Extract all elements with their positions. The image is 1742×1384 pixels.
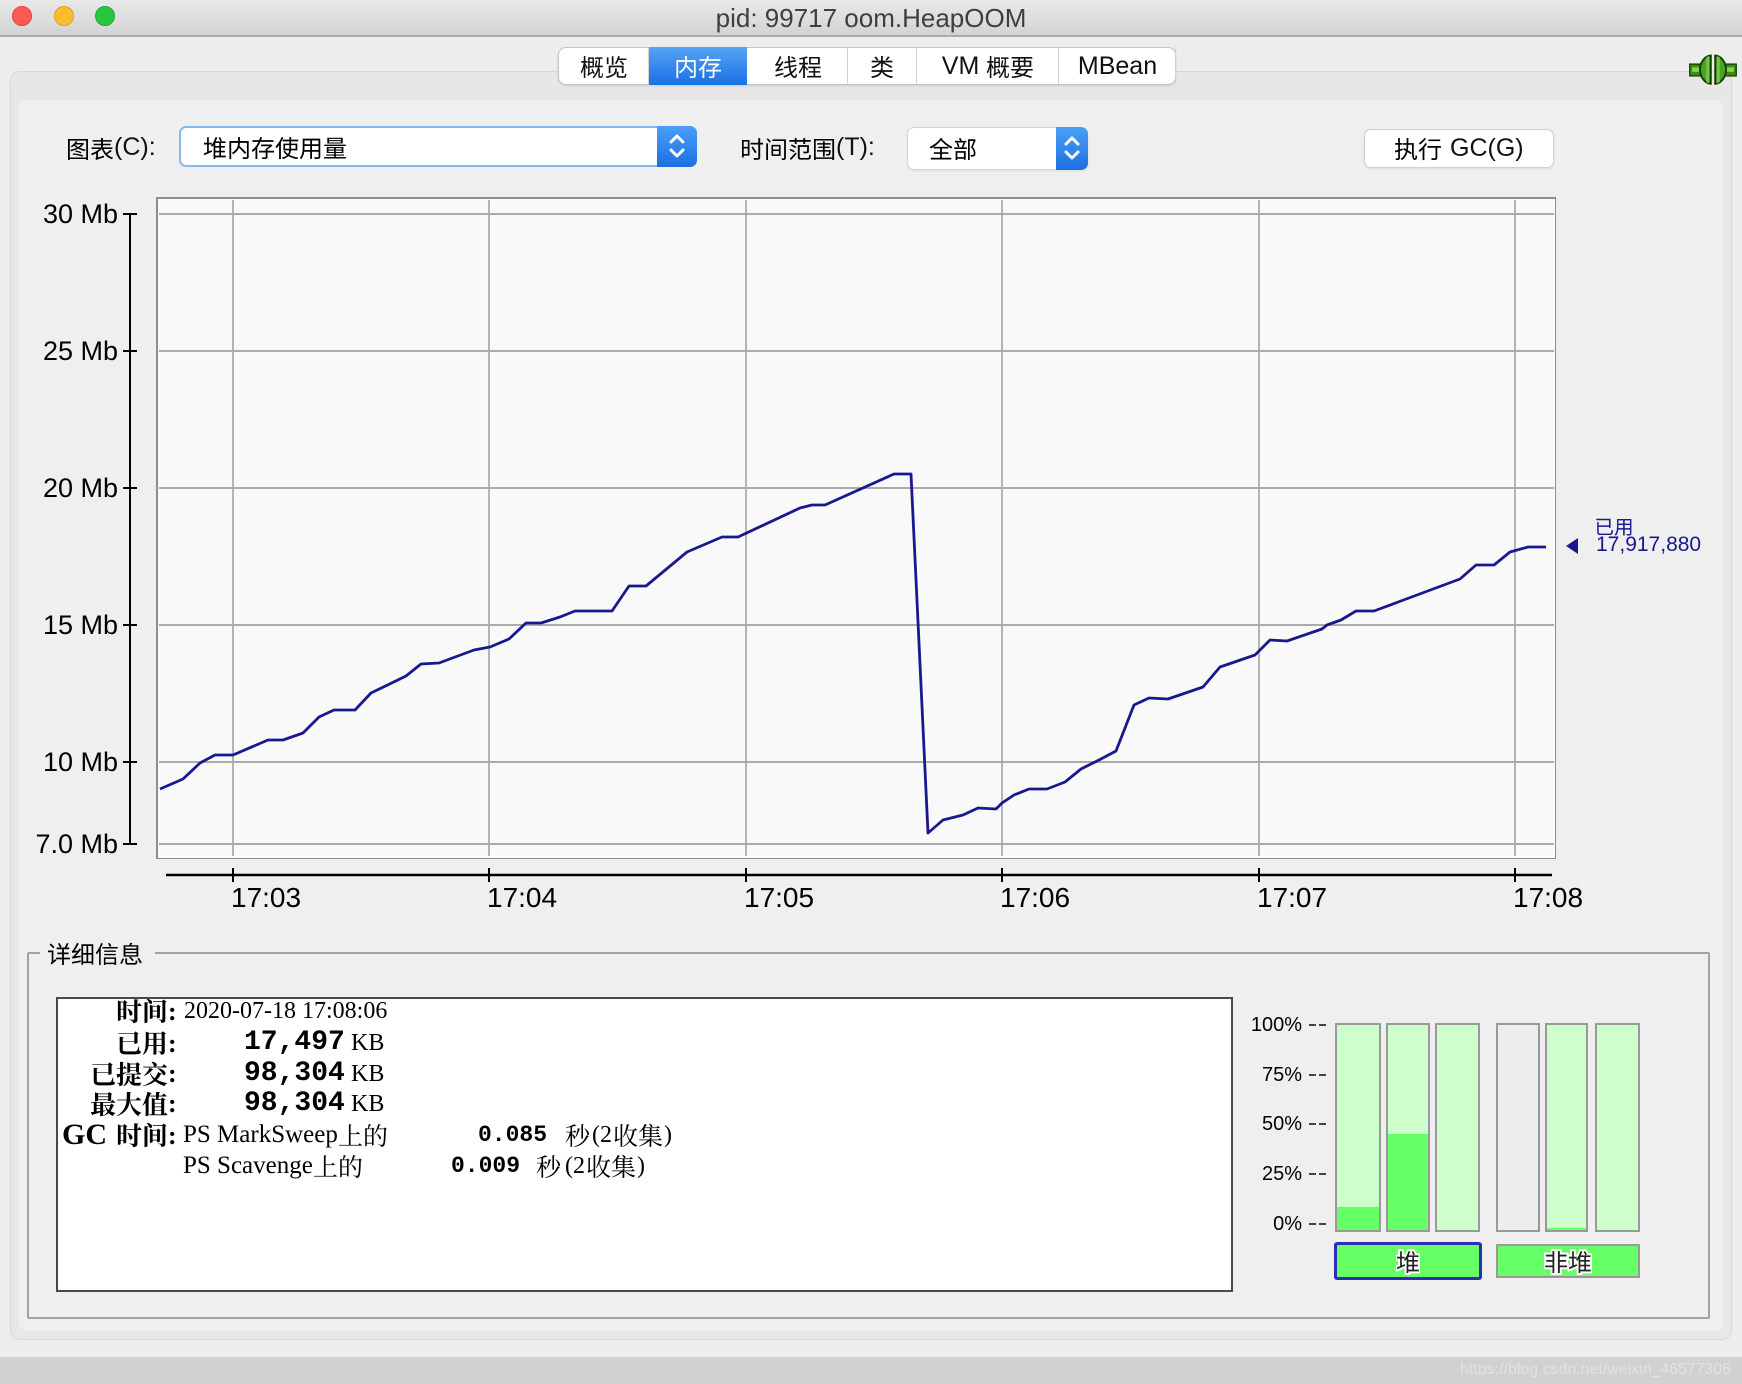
svg-text:30 Mb: 30 Mb: [43, 199, 118, 229]
svg-text:10 Mb: 10 Mb: [43, 747, 118, 777]
svg-text:7.0 Mb: 7.0 Mb: [35, 829, 118, 859]
svg-text:17:08: 17:08: [1513, 882, 1583, 913]
svg-text:17:07: 17:07: [1257, 882, 1327, 913]
svg-text:17:04: 17:04: [487, 882, 557, 913]
svg-text:17:03: 17:03: [231, 882, 301, 913]
svg-text:25 Mb: 25 Mb: [43, 336, 118, 366]
svg-text:17:05: 17:05: [744, 882, 814, 913]
svg-text:17:06: 17:06: [1000, 882, 1070, 913]
svg-text:15 Mb: 15 Mb: [43, 610, 118, 640]
svg-text:20 Mb: 20 Mb: [43, 473, 118, 503]
